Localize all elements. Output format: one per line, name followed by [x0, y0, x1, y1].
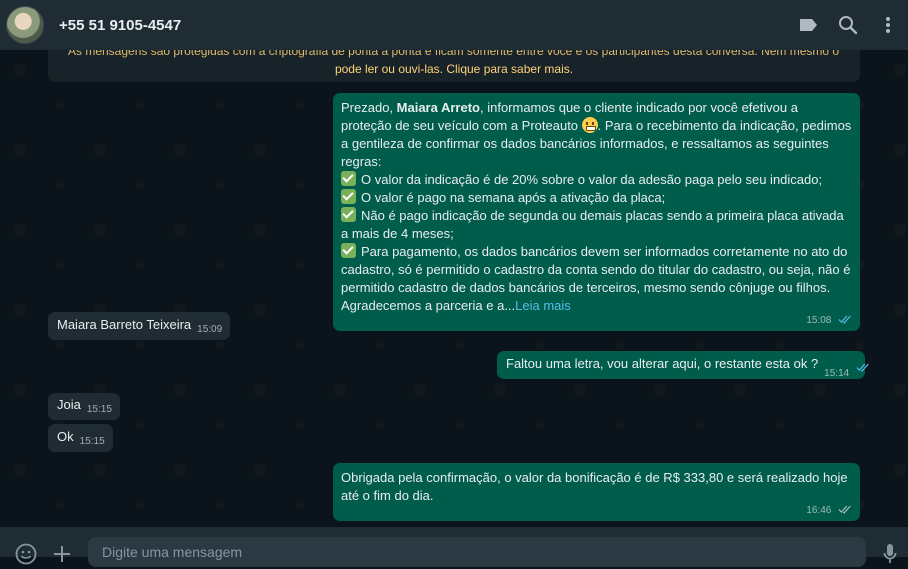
- menu-icon[interactable]: [868, 5, 908, 45]
- grinning-emoji-icon: [581, 117, 598, 133]
- rule-item: Para pagamento, os dados bancários devem…: [341, 244, 851, 295]
- check-mark-icon: [341, 243, 356, 258]
- search-icon[interactable]: [828, 5, 868, 45]
- read-receipt-icon: [856, 363, 869, 372]
- encryption-notice[interactable]: As mensagens são protegidas com a cripto…: [48, 50, 860, 82]
- message-time: 16:46: [806, 505, 832, 516]
- check-mark-icon: [341, 207, 356, 222]
- message-closing: Agradecemos a parceria e a...: [341, 298, 516, 313]
- message-time: 15:15: [79, 436, 105, 447]
- message-meta: 16:46: [341, 503, 852, 517]
- message-outgoing-1[interactable]: Prezado, Maiara Arreto, informamos que o…: [333, 93, 860, 331]
- emoji-icon[interactable]: [8, 539, 44, 569]
- composer-bar: [0, 527, 908, 567]
- check-mark-icon: [341, 171, 356, 186]
- message-time: 15:09: [197, 324, 223, 335]
- microphone-icon[interactable]: [872, 539, 908, 569]
- rule-item: Não é pago indicação de segunda ou demai…: [341, 208, 844, 241]
- message-text: Maiara Barreto Teixeira: [57, 317, 192, 332]
- message-text: Joia: [57, 397, 81, 412]
- rule-item: O valor da indicação é de 20% sobre o va…: [361, 172, 823, 187]
- message-incoming-3[interactable]: Ok 15:15: [48, 424, 113, 452]
- rule-item: O valor é pago na semana após a ativação…: [361, 190, 666, 205]
- check-mark-icon: [341, 189, 356, 204]
- chat-area[interactable]: As mensagens são protegidas com a cripto…: [0, 50, 908, 527]
- message-text-part: Prezado,: [341, 100, 397, 115]
- message-outgoing-3[interactable]: Obrigada pela confirmação, o valor da bo…: [333, 463, 860, 521]
- read-more-link[interactable]: Leia mais: [515, 298, 571, 313]
- message-outgoing-2[interactable]: Faltou uma letra, vou alterar aqui, o re…: [497, 351, 869, 379]
- attach-plus-icon[interactable]: [44, 539, 80, 569]
- contact-name[interactable]: +55 51 9105-4547: [59, 17, 181, 34]
- message-time: 15:14: [824, 368, 850, 379]
- avatar[interactable]: [6, 6, 44, 44]
- message-time: 15:08: [806, 315, 832, 326]
- message-meta: 15:14: [818, 358, 870, 379]
- message-input[interactable]: [88, 537, 866, 567]
- message-time: 15:15: [86, 404, 112, 415]
- message-text: Obrigada pela confirmação, o valor da bo…: [341, 470, 848, 503]
- header-actions: [788, 5, 908, 45]
- label-icon[interactable]: [788, 5, 828, 45]
- message-text: Faltou uma letra, vou alterar aqui, o re…: [506, 356, 819, 371]
- message-incoming-1[interactable]: Maiara Barreto Teixeira 15:09: [48, 312, 231, 340]
- message-text: Ok: [57, 429, 74, 444]
- message-meta: 15:08: [341, 313, 852, 327]
- encryption-notice-line1: As mensagens são protegidas com a cripto…: [68, 50, 840, 58]
- message-incoming-2[interactable]: Joia 15:15: [48, 393, 120, 420]
- read-receipt-icon: [838, 315, 851, 324]
- mentioned-name: Maiara Arreto: [396, 100, 480, 115]
- encryption-notice-line2: pode ler ou ouvi-las. Clique para saber …: [334, 62, 574, 76]
- message-text: Prezado, Maiara Arreto, informamos que o…: [341, 99, 852, 315]
- delivered-receipt-icon: [838, 505, 851, 514]
- chat-header: +55 51 9105-4547: [0, 0, 908, 50]
